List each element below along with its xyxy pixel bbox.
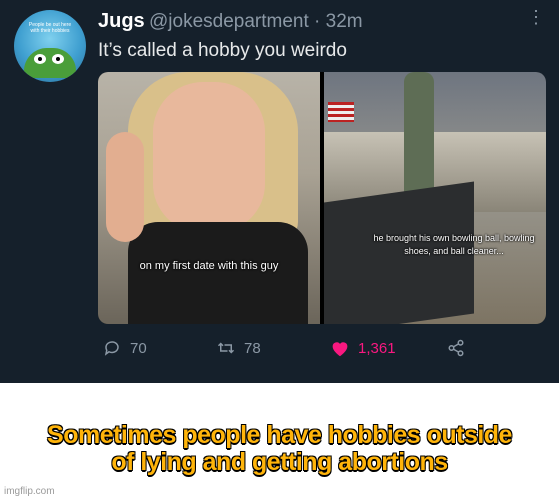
heart-icon (330, 338, 350, 358)
tweet-text: It’s called a hobby you weirdo (98, 40, 347, 61)
watermark: imgflip.com (4, 486, 55, 497)
media-left-caption: on my first date with this guy (139, 260, 279, 272)
media-image-right[interactable]: he brought his own bowling ball, bowling… (324, 72, 546, 324)
author-handle[interactable]: @jokesdepartment · 32m (149, 11, 363, 33)
avatar[interactable]: People be out here with their hobbies (14, 10, 86, 82)
photo-face (153, 82, 265, 232)
retweet-button[interactable]: 78 (216, 338, 261, 358)
frog-eye-right (52, 54, 64, 64)
meme-caption-line-2: of lying and getting abortions (111, 448, 448, 476)
media-image-left[interactable]: on my first date with this guy (98, 72, 320, 324)
meme-caption: Sometimes people have hobbies outside of… (0, 422, 559, 476)
retweet-count: 78 (244, 339, 261, 357)
share-icon (446, 338, 466, 358)
meme-caption-line-1: Sometimes people have hobbies outside (47, 421, 512, 449)
avatar-text: People be out here with their hobbies (28, 22, 72, 34)
reply-icon (102, 338, 122, 358)
reply-button[interactable]: 70 (102, 338, 147, 358)
reply-count: 70 (130, 339, 147, 357)
tweet-card: People be out here with their hobbies Ju… (0, 0, 559, 383)
tweet-actions: 70 78 1,361 (0, 338, 559, 362)
retweet-icon (216, 338, 236, 358)
share-button[interactable] (446, 338, 466, 358)
media-right-caption: he brought his own bowling ball, bowling… (373, 233, 535, 256)
flag-icon (328, 102, 354, 122)
author-name[interactable]: Jugs (98, 10, 145, 33)
photo-hand (106, 132, 144, 242)
like-count: 1,361 (358, 339, 396, 357)
more-options-icon[interactable]: ⋮ (527, 8, 545, 26)
like-button[interactable]: 1,361 (330, 338, 396, 358)
tweet-media[interactable]: on my first date with this guy he brough… (98, 72, 546, 324)
frog-eye-left (34, 54, 46, 64)
frog-icon (24, 48, 76, 78)
